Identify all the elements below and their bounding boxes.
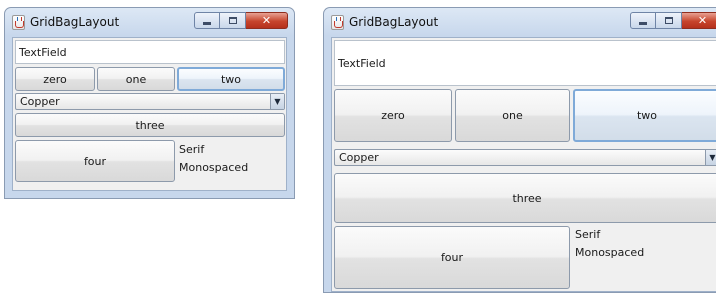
text-field[interactable]: TextField: [15, 40, 285, 64]
font-list: Serif Monospaced: [572, 226, 716, 289]
maximize-icon: [228, 17, 237, 24]
text-field[interactable]: TextField: [334, 40, 716, 86]
two-button[interactable]: two: [573, 89, 716, 142]
list-item[interactable]: Serif: [575, 228, 600, 241]
four-button[interactable]: four: [15, 140, 175, 182]
java-app-icon: [12, 15, 25, 30]
combo-selected-value: Copper: [20, 95, 60, 108]
close-icon: ✕: [261, 14, 272, 27]
font-list: Serif Monospaced: [176, 140, 285, 182]
window-small: GridBagLayout ✕ TextField zero one two C…: [4, 7, 295, 199]
list-item[interactable]: Serif: [179, 143, 204, 156]
content-pane: TextField zero one two Copper ▼ three fo…: [331, 37, 716, 292]
window-controls: ✕: [630, 12, 716, 30]
chevron-down-icon[interactable]: ▼: [270, 94, 284, 109]
maximize-icon: [664, 17, 673, 24]
zero-button[interactable]: zero: [334, 89, 452, 142]
window-title: GridBagLayout: [349, 15, 439, 29]
window-title: GridBagLayout: [30, 15, 120, 29]
minimize-button[interactable]: [630, 12, 656, 29]
java-app-icon: [331, 15, 344, 30]
font-combo-box[interactable]: Copper ▼: [334, 149, 716, 166]
zero-button[interactable]: zero: [15, 67, 95, 91]
title-bar[interactable]: GridBagLayout ✕: [324, 8, 716, 37]
window-controls: ✕: [194, 12, 288, 30]
window-large: GridBagLayout ✕ TextField zero one two C…: [323, 7, 716, 293]
close-button[interactable]: ✕: [682, 12, 716, 29]
font-combo-box[interactable]: Copper ▼: [15, 93, 285, 110]
four-button[interactable]: four: [334, 226, 570, 289]
two-button[interactable]: two: [177, 67, 285, 91]
combo-selected-value: Copper: [339, 151, 379, 164]
close-icon: ✕: [697, 14, 708, 27]
one-button[interactable]: one: [455, 89, 570, 142]
chevron-down-icon[interactable]: ▼: [705, 150, 716, 165]
minimize-button[interactable]: [194, 12, 220, 29]
maximize-button[interactable]: [220, 12, 246, 29]
minimize-icon: [639, 21, 647, 25]
three-button[interactable]: three: [15, 113, 285, 137]
title-bar[interactable]: GridBagLayout ✕: [5, 8, 294, 37]
maximize-button[interactable]: [656, 12, 682, 29]
content-pane: TextField zero one two Copper ▼ three fo…: [12, 37, 287, 191]
minimize-icon: [203, 21, 211, 25]
three-button[interactable]: three: [334, 173, 716, 223]
list-item[interactable]: Monospaced: [575, 246, 644, 259]
one-button[interactable]: one: [97, 67, 175, 91]
list-item[interactable]: Monospaced: [179, 161, 248, 174]
close-button[interactable]: ✕: [246, 12, 288, 29]
